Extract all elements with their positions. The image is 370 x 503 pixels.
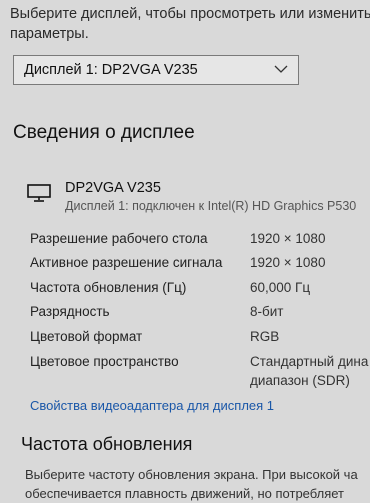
adapter-properties-link[interactable]: Свойства видеоадаптера для дисплея 1 [30, 398, 274, 413]
refresh-desc-line-1: Выберите частоту обновления экрана. При … [25, 467, 358, 482]
display-select-value: Дисплей 1: DP2VGA V235 [24, 62, 198, 78]
info-label: Частота обновления (Гц) [30, 280, 187, 295]
info-value: 8-бит [250, 304, 284, 319]
info-value: 1920 × 1080 [250, 255, 326, 270]
info-row-color-space: Цветовое пространство Стандартный дина д… [0, 354, 370, 396]
device-name: DP2VGA V235 [65, 180, 161, 196]
refresh-desc-line-2: обеспечивается плавность движений, но по… [25, 486, 345, 501]
info-row-refresh-rate: Частота обновления (Гц) 60,000 Гц [0, 280, 370, 302]
info-value-line-2: диапазон (SDR) [250, 373, 350, 388]
section-title: Сведения о дисплее [13, 122, 195, 143]
info-value: 60,000 Гц [250, 280, 311, 295]
info-label: Разрядность [30, 304, 110, 319]
info-label: Активное разрешение сигнала [30, 255, 223, 270]
info-label: Разрешение рабочего стола [30, 231, 208, 246]
info-row-color-format: Цветовой формат RGB [0, 329, 370, 351]
info-label: Цветовое пространство [30, 354, 179, 369]
info-value: RGB [250, 329, 280, 344]
chevron-down-icon [274, 65, 288, 73]
info-row-desktop-resolution: Разрешение рабочего стола 1920 × 1080 [0, 231, 370, 253]
intro-text: Выберите дисплей, чтобы просмотреть или … [10, 4, 370, 44]
display-select[interactable]: Дисплей 1: DP2VGA V235 [13, 55, 299, 85]
intro-line-1: Выберите дисплей, чтобы просмотреть или … [10, 6, 370, 22]
info-row-active-resolution: Активное разрешение сигнала 1920 × 1080 [0, 255, 370, 277]
info-row-bit-depth: Разрядность 8-бит [0, 304, 370, 326]
device-subtitle: Дисплей 1: подключен к Intel(R) HD Graph… [65, 199, 357, 213]
info-label: Цветовой формат [30, 329, 143, 344]
intro-line-2: параметры. [10, 26, 89, 42]
refresh-rate-title: Частота обновления [21, 434, 193, 454]
info-value: Стандартный дина [250, 354, 369, 369]
refresh-rate-description: Выберите частоту обновления экрана. При … [25, 465, 358, 503]
info-value: 1920 × 1080 [250, 231, 326, 246]
monitor-icon [27, 184, 51, 202]
